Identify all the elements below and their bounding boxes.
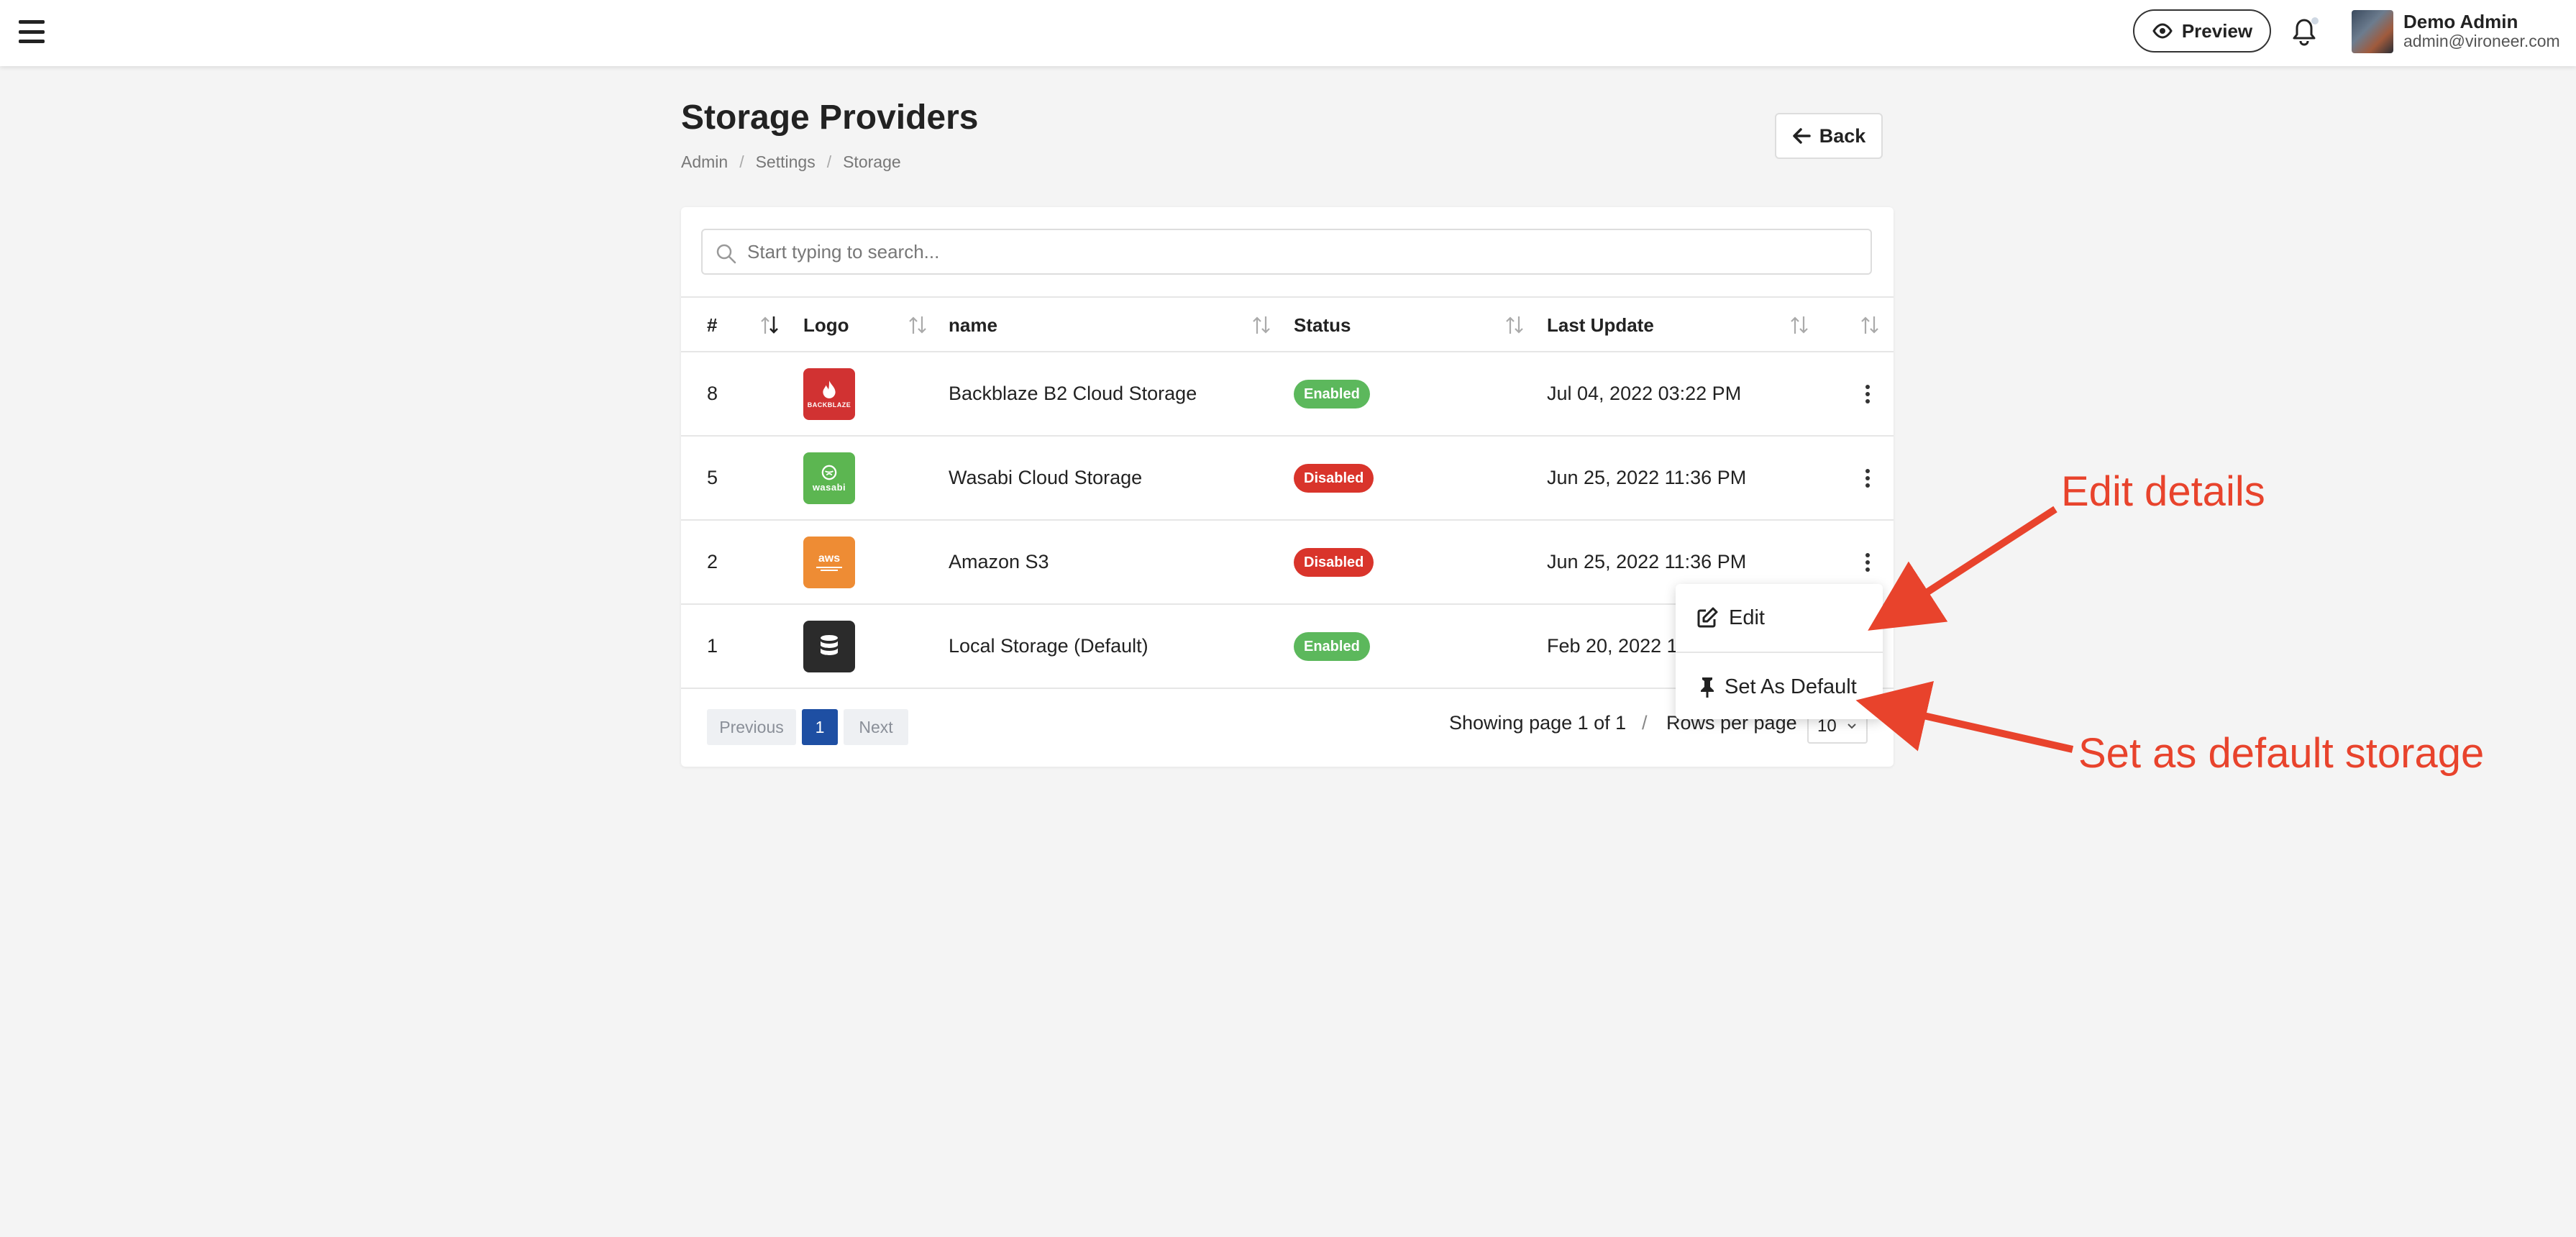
sort-icon[interactable] xyxy=(1251,314,1272,337)
table-row: 5 wasabi Wasabi Cloud Storage Disabled J… xyxy=(681,437,1894,521)
search-input[interactable] xyxy=(747,230,1862,273)
back-label: Back xyxy=(1819,124,1866,147)
row-name: Wasabi Cloud Storage xyxy=(949,467,1143,488)
edit-icon xyxy=(1697,607,1718,628)
row-id: 5 xyxy=(707,467,718,488)
breadcrumb-settings[interactable]: Settings xyxy=(756,152,816,172)
backblaze-logo: BACKBLAZE xyxy=(803,368,855,420)
previous-page-button[interactable]: Previous xyxy=(707,709,796,745)
amazon-s3-logo-text: aws xyxy=(818,552,841,565)
back-button[interactable]: Back xyxy=(1775,113,1883,159)
row-actions-menu-icon[interactable] xyxy=(1860,548,1875,577)
preview-button[interactable]: Preview xyxy=(2133,9,2271,53)
preview-label: Preview xyxy=(2181,19,2253,42)
page-1-button[interactable]: 1 xyxy=(802,709,838,745)
row-actions-menu-icon[interactable] xyxy=(1860,464,1875,493)
status-badge: Enabled xyxy=(1294,379,1370,408)
status-badge: Enabled xyxy=(1294,631,1370,661)
pin-icon xyxy=(1701,677,1714,698)
table-row: 8 BACKBLAZE Backblaze B2 Cloud Storage E… xyxy=(681,352,1894,437)
column-header-status[interactable]: Status xyxy=(1294,298,1351,352)
column-header-logo[interactable]: Logo xyxy=(803,298,849,352)
breadcrumb-separator: / xyxy=(826,152,832,171)
arrow-left-icon xyxy=(1792,128,1811,144)
page-title: Storage Providers xyxy=(681,99,979,137)
breadcrumb-admin[interactable]: Admin xyxy=(681,152,728,172)
notification-dot xyxy=(2311,17,2319,24)
row-id: 8 xyxy=(707,383,718,404)
edit-label: Edit xyxy=(1729,606,1765,629)
sort-icon[interactable] xyxy=(1504,314,1525,337)
top-bar: Preview Demo Admin admin@vironeer.com xyxy=(0,0,2576,66)
pagination-separator: / xyxy=(1642,712,1648,734)
arrow-to-edit xyxy=(1868,506,2057,631)
row-actions-dropdown: Edit Set As Default xyxy=(1676,584,1883,719)
page-info: Showing page 1 of 1 xyxy=(1449,712,1627,734)
hamburger-menu-icon[interactable] xyxy=(19,20,45,43)
status-badge: Disabled xyxy=(1294,463,1374,493)
search-box[interactable] xyxy=(701,229,1872,275)
sort-icon[interactable] xyxy=(1789,314,1810,337)
column-header-last-update[interactable]: Last Update xyxy=(1547,298,1654,352)
wasabi-logo: wasabi xyxy=(803,452,855,504)
eye-icon xyxy=(2152,23,2173,39)
sort-desc-icon[interactable] xyxy=(759,314,780,337)
table-header: # Logo name Status Last Update xyxy=(681,296,1894,352)
avatar[interactable] xyxy=(2352,10,2393,53)
database-logo xyxy=(803,621,855,672)
row-actions-menu-icon[interactable] xyxy=(1860,380,1875,408)
set-as-default-label: Set As Default xyxy=(1725,675,1857,698)
edit-menu-item[interactable]: Edit xyxy=(1676,584,1883,652)
row-id: 2 xyxy=(707,551,718,572)
next-page-button[interactable]: Next xyxy=(844,709,908,745)
breadcrumb: Admin / Settings / Storage xyxy=(681,152,901,172)
sort-icon[interactable] xyxy=(1859,314,1881,337)
breadcrumb-separator: / xyxy=(739,152,744,171)
status-badge: Disabled xyxy=(1294,547,1374,577)
row-last-update: Jun 25, 2022 11:36 PM xyxy=(1547,467,1747,488)
breadcrumb-storage: Storage xyxy=(843,152,901,171)
row-name: Backblaze B2 Cloud Storage xyxy=(949,383,1197,404)
row-id: 1 xyxy=(707,635,718,657)
search-icon xyxy=(716,244,736,264)
sort-icon[interactable] xyxy=(907,314,928,337)
column-header-name[interactable]: name xyxy=(949,298,997,352)
row-last-update: Feb 20, 2022 11 xyxy=(1547,635,1687,657)
row-last-update: Jul 04, 2022 03:22 PM xyxy=(1547,383,1742,404)
amazon-s3-logo: aws xyxy=(803,537,855,588)
chevron-down-icon xyxy=(1847,724,1856,729)
backblaze-logo-text: BACKBLAZE xyxy=(807,401,851,408)
user-email: admin@vironeer.com xyxy=(2403,32,2560,50)
row-name: Local Storage (Default) xyxy=(949,635,1148,657)
annotation-set-default-storage: Set as default storage xyxy=(2078,730,2485,777)
arrow-to-set-default xyxy=(1855,680,2074,753)
row-name: Amazon S3 xyxy=(949,551,1049,572)
set-as-default-menu-item[interactable]: Set As Default xyxy=(1676,653,1883,721)
column-header-id[interactable]: # xyxy=(707,298,717,352)
user-name[interactable]: Demo Admin xyxy=(2403,11,2518,33)
annotation-edit-details: Edit details xyxy=(2061,468,2265,515)
wasabi-logo-text: wasabi xyxy=(812,481,846,493)
notifications-bell-icon[interactable] xyxy=(2291,17,2319,46)
